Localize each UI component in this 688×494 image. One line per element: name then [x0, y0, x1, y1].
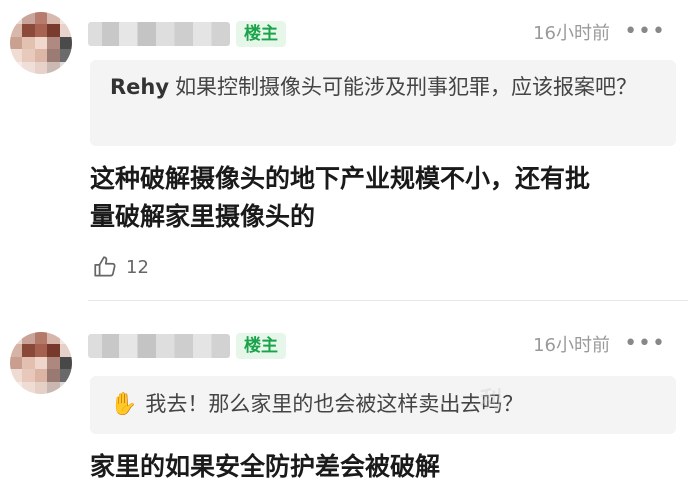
more-options-icon[interactable]: •••: [624, 19, 666, 45]
comment-time: 16小时前: [533, 335, 610, 356]
comment-text-line: 家里的如果安全防护差会被破解: [90, 452, 441, 481]
watermark: 利: [480, 388, 503, 413]
avatar[interactable]: [10, 332, 72, 394]
op-badge: 楼主: [236, 333, 286, 359]
comment-text-line: 量破解家里摄像头的: [90, 202, 316, 231]
quoted-text: 我去！那么家里的也会被这样卖出去吗？: [145, 392, 524, 416]
op-badge: 楼主: [236, 21, 286, 47]
username-blurred[interactable]: [88, 22, 230, 46]
username-blurred[interactable]: [88, 334, 230, 358]
comment-text: 这种破解摄像头的地下产业规模不小，还有批 量破解家里摄像头的: [90, 160, 670, 236]
comment-item: 楼主 16小时前 ••• Rehy 如果控制摄像头可能涉及刑事犯罪，应该报案吧？ …: [0, 0, 688, 301]
comment-text-line: 这种破解摄像头的地下产业规模不小，还有批: [90, 164, 591, 193]
comment-item: 楼主 16小时前 ••• ✋ 我去！那么家里的也会被这样卖出去吗？ 家里的如果安全…: [0, 312, 688, 494]
comment-text: 家里的如果安全防护差会被破解: [90, 448, 670, 486]
comment-time: 16小时前: [533, 23, 610, 44]
quoted-text: 如果控制摄像头可能涉及刑事犯罪，应该报案吧？: [175, 75, 638, 99]
quoted-username: Rehy: [110, 75, 170, 99]
thumbs-up-icon: [94, 256, 116, 277]
quoted-reply[interactable]: ✋ 我去！那么家里的也会被这样卖出去吗？: [90, 376, 676, 434]
more-options-icon[interactable]: •••: [624, 331, 666, 357]
like-button[interactable]: 12: [92, 252, 149, 282]
like-count: 12: [126, 256, 149, 278]
divider: [88, 300, 688, 301]
avatar[interactable]: [10, 12, 72, 74]
quoted-reply[interactable]: Rehy 如果控制摄像头可能涉及刑事犯罪，应该报案吧？: [90, 60, 676, 146]
raised-hand-icon: ✋: [110, 392, 138, 417]
